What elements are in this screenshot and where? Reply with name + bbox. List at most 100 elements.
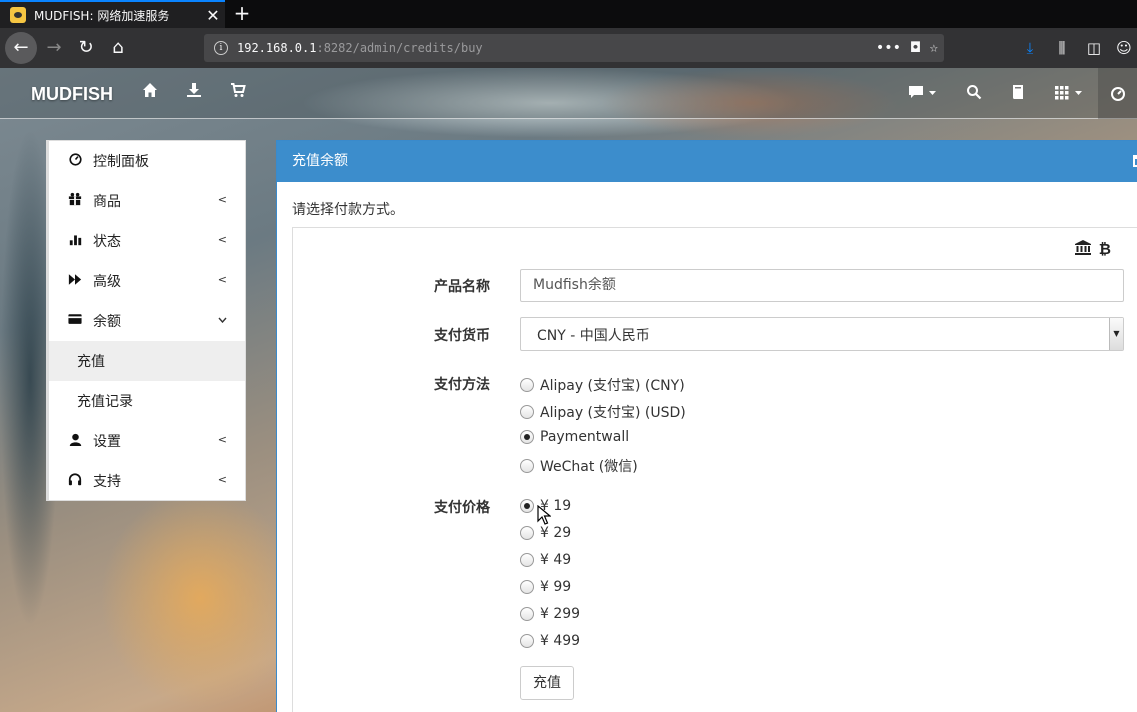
payment-method-option[interactable]: Paymentwall — [520, 429, 629, 445]
payment-price-option-label: ¥ 299 — [540, 606, 581, 622]
brand-logo[interactable]: MUDFISH — [31, 84, 113, 105]
panel-title: 充值余额 — [292, 153, 348, 169]
payment-price-option-label: ¥ 99 — [540, 579, 572, 595]
sidebar-toggle-icon[interactable]: ◫ — [1080, 32, 1108, 64]
address-bar[interactable]: i 192.168.0.1:8282/admin/credits/buy •••… — [204, 34, 944, 62]
background-decoration — [100, 488, 300, 708]
sidebar-menu: 控制面板 商品 < 状态 < 高级 < 余额 充值 充值记录 设置 < 支持 < — [46, 140, 246, 501]
payment-method-option-label: Alipay (支付宝) (CNY) — [540, 378, 685, 394]
payment-price-radio[interactable] — [520, 634, 534, 648]
product-name-field[interactable]: Mudfish余额 — [520, 269, 1124, 302]
chevron-down-icon — [218, 313, 227, 326]
payment-method-radio[interactable] — [520, 430, 534, 444]
dashboard-icon — [67, 152, 83, 170]
sidebar-item-label: 控制面板 — [93, 154, 149, 170]
bar-chart-icon — [67, 233, 83, 250]
close-tab-icon[interactable]: ✕ — [201, 6, 225, 25]
search-icon[interactable] — [966, 84, 982, 104]
account-icon[interactable]: ☺ — [1110, 32, 1137, 64]
payment-price-radio[interactable] — [520, 526, 534, 540]
user-icon — [67, 433, 83, 450]
back-arrow-icon[interactable]: ← — [5, 32, 37, 64]
minimize-panel-icon[interactable] — [1133, 155, 1137, 167]
bitcoin-icon[interactable]: ₿ — [1099, 240, 1111, 259]
gift-icon — [67, 192, 83, 210]
home-icon[interactable]: ⌂ — [102, 32, 134, 64]
payment-price-option[interactable]: ¥ 99 — [520, 579, 571, 595]
shopping-cart-icon[interactable] — [230, 82, 246, 102]
dashboard-gauge-icon[interactable] — [1098, 68, 1137, 119]
payment-price-option-label: ¥ 29 — [540, 525, 572, 541]
payment-method-option[interactable]: Alipay (支付宝) (USD) — [520, 402, 686, 422]
payment-method-option-label: Paymentwall — [540, 429, 630, 445]
sidebar-item-products[interactable]: 商品 < — [49, 181, 245, 221]
currency-selected-value: CNY - 中国人民币 — [537, 328, 650, 344]
intro-text: 请选择付款方式。 — [292, 202, 404, 218]
browser-tab[interactable]: MUDFISH: 网络加速服务 ✕ — [0, 0, 225, 28]
pocket-icon[interactable]: ◘ — [911, 34, 919, 62]
apps-grid-dropdown-icon[interactable] — [1054, 84, 1084, 104]
recharge-submit-button[interactable]: 充值 — [520, 666, 574, 700]
chevron-left-icon: < — [217, 433, 227, 446]
payment-price-option[interactable]: ¥ 299 — [520, 606, 580, 622]
payment-price-radio[interactable] — [520, 553, 534, 567]
panel-header: 充值余额 — [277, 141, 1137, 182]
downloads-icon[interactable]: ⤓ — [1016, 32, 1044, 64]
site-info-icon[interactable]: i — [214, 41, 228, 55]
payment-method-radio[interactable] — [520, 459, 534, 473]
chevron-left-icon: < — [217, 473, 227, 486]
payment-method-option[interactable]: WeChat (微信) — [520, 456, 638, 476]
headphones-icon — [67, 472, 83, 490]
payment-price-option[interactable]: ¥ 29 — [520, 525, 571, 541]
mouse-cursor-icon — [537, 505, 551, 525]
credit-card-icon — [67, 313, 83, 329]
forward-arrow-icon[interactable]: → — [38, 32, 70, 64]
payment-price-radio[interactable] — [520, 580, 534, 594]
browser-toolbar: ← → ↻ ⌂ i 192.168.0.1:8282/admin/credits… — [0, 28, 1137, 68]
sidebar-item-advanced[interactable]: 高级 < — [49, 261, 245, 301]
sidebar-item-settings[interactable]: 设置 < — [49, 421, 245, 461]
sidebar-item-dashboard[interactable]: 控制面板 — [49, 141, 245, 181]
payment-price-option[interactable]: ¥ 49 — [520, 552, 571, 568]
library-icon[interactable]: ⫼ — [1048, 32, 1076, 64]
payment-price-label: 支付价格 — [434, 500, 490, 516]
home-icon[interactable] — [142, 82, 158, 102]
app-navbar: MUDFISH — [0, 68, 1137, 119]
reload-icon[interactable]: ↻ — [70, 32, 102, 64]
page-viewport: MUDFISH 控制面板 商品 < 状态 < 高级 < 余额 充值 充值记录 设… — [0, 68, 1137, 712]
new-tab-button[interactable]: + — [232, 0, 252, 28]
download-icon[interactable] — [186, 82, 202, 102]
payment-price-radio[interactable] — [520, 607, 534, 621]
chevron-left-icon: < — [217, 273, 227, 286]
payment-price-option-label: ¥ 49 — [540, 552, 572, 568]
dropdown-arrow-icon[interactable]: ▼ — [1109, 318, 1123, 350]
payment-method-option-label: Alipay (支付宝) (USD) — [540, 405, 686, 421]
payment-method-option[interactable]: Alipay (支付宝) (CNY) — [520, 375, 685, 395]
payment-form: ₿ 产品名称 Mudfish余额 支付货币 CNY - 中国人民币 ▼ 支付方法… — [292, 227, 1137, 712]
product-name-label: 产品名称 — [434, 279, 490, 295]
currency-select[interactable]: CNY - 中国人民币 ▼ — [520, 317, 1124, 351]
sidebar-item-status[interactable]: 状态 < — [49, 221, 245, 261]
sidebar-subitem-label: 充值记录 — [77, 394, 133, 410]
sidebar-item-credits[interactable]: 余额 — [49, 301, 245, 341]
payment-method-radio[interactable] — [520, 405, 534, 419]
payment-price-option[interactable]: ¥ 499 — [520, 633, 580, 649]
bookmark-star-icon[interactable]: ☆ — [930, 34, 938, 62]
payment-price-radio[interactable] — [520, 499, 534, 513]
payment-method-option-label: WeChat (微信) — [540, 459, 638, 475]
sidebar-subitem-recharge-history[interactable]: 充值记录 — [49, 381, 245, 421]
fast-forward-icon — [67, 273, 83, 290]
book-icon[interactable] — [1011, 84, 1025, 104]
sidebar-item-label: 支持 — [93, 474, 121, 490]
chat-dropdown-icon[interactable] — [908, 84, 938, 104]
payment-method-label: 支付方法 — [434, 377, 490, 393]
sidebar-subitem-label: 充值 — [77, 354, 105, 370]
payment-method-radio[interactable] — [520, 378, 534, 392]
chevron-left-icon: < — [217, 193, 227, 206]
bank-icon[interactable] — [1074, 240, 1091, 259]
sidebar-subitem-recharge[interactable]: 充值 — [49, 341, 245, 381]
page-actions-icon[interactable]: ••• — [876, 34, 901, 62]
sidebar-item-support[interactable]: 支持 < — [49, 461, 245, 501]
sidebar-item-label: 商品 — [93, 194, 121, 210]
currency-label: 支付货币 — [434, 328, 490, 344]
